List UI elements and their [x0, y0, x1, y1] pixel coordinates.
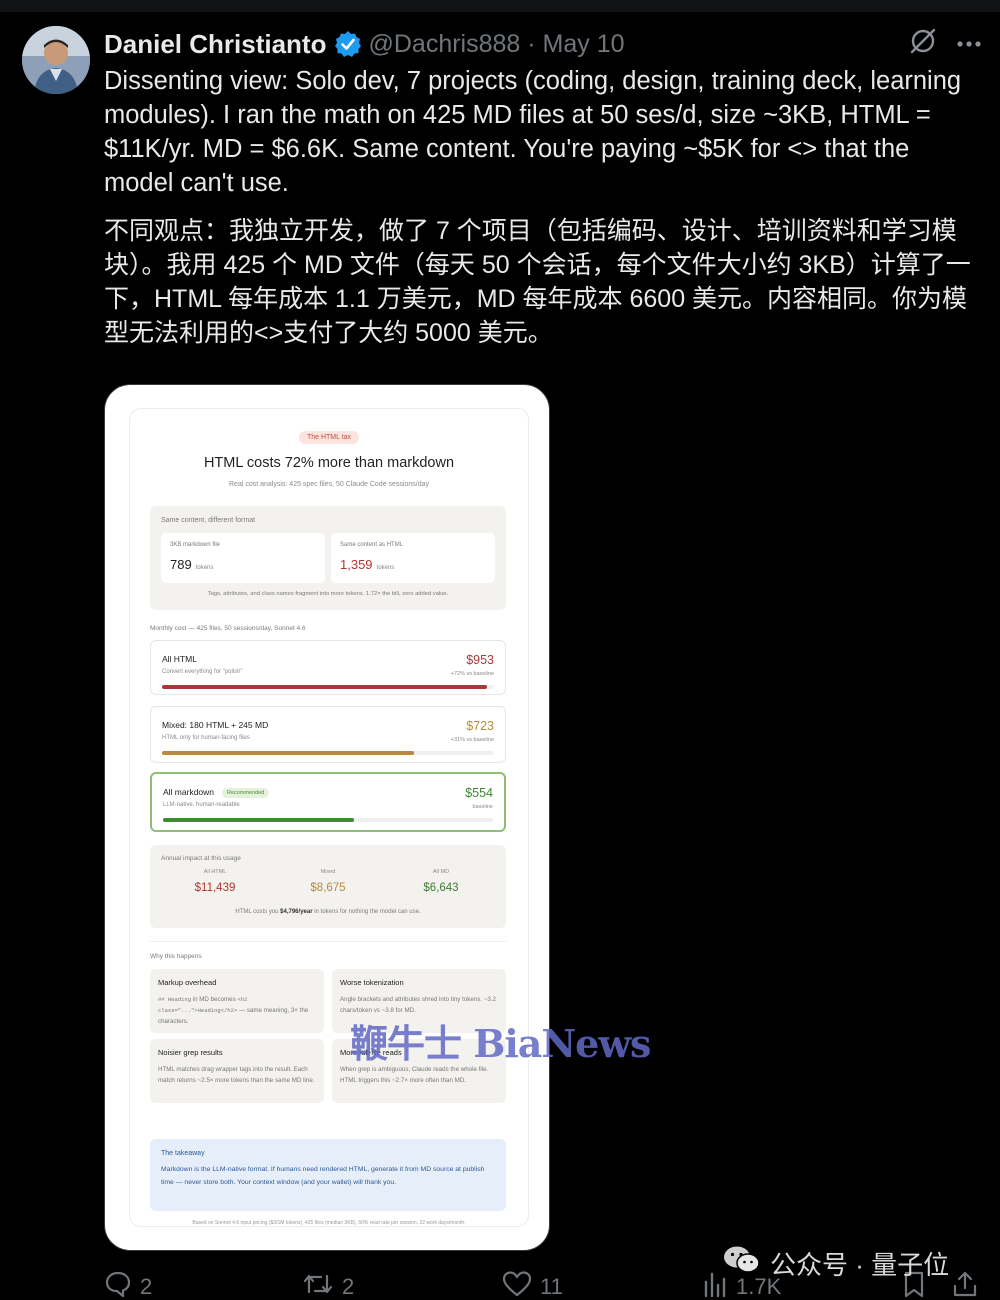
row-title: All markdown Recommended: [163, 787, 270, 798]
row-note: +31% vs baseline: [450, 737, 494, 743]
like-count: 11: [540, 1274, 563, 1299]
card-footnote: Based on Sonnet 4.6 input pricing ($3/1M…: [192, 1220, 466, 1226]
cost-bar-fill: [162, 751, 415, 755]
row-title: Mixed: 180 HTML + 245 MD: [162, 720, 269, 730]
repost-button[interactable]: 2: [302, 1270, 354, 1300]
reply-button[interactable]: 2: [104, 1270, 152, 1300]
wechat-account-text: 公众号 · 量子位: [770, 1250, 950, 1280]
html-token-count: 1,359 tokens: [340, 557, 395, 572]
avatar[interactable]: [22, 26, 90, 94]
handle-and-date[interactable]: @Dachris888 · May 10: [368, 30, 624, 59]
format-comparison-box: Same content, different format 3KB markd…: [150, 506, 506, 610]
recommended-badge: Recommended: [222, 787, 270, 798]
annual-note: HTML costs you $4,796/year in tokens for…: [235, 909, 421, 915]
divider: [150, 941, 506, 942]
monthly-cost-heading: Monthly cost — 425 files, 50 sessions/da…: [150, 625, 306, 632]
annual-label: All HTML: [203, 869, 227, 875]
annual-col-all-md: All MD $6,643: [386, 869, 496, 894]
grok-icon[interactable]: [908, 26, 938, 61]
header-actions: [908, 26, 982, 61]
cost-bar-fill: [162, 685, 488, 689]
tweet-text-english: Dissenting view: Solo dev, 7 projects (c…: [104, 67, 962, 197]
cost-analysis-card: The HTML tax HTML costs 72% more than ma…: [129, 408, 529, 1227]
reply-icon: [104, 1270, 132, 1300]
why-text: HTML matches drag wrapper tags into the …: [158, 1066, 315, 1084]
cost-bar-track: [163, 818, 493, 822]
cost-row-all-html: All HTML Convert everything for "polish"…: [150, 640, 506, 695]
why-title: Noisier grep results: [158, 1048, 223, 1057]
like-button[interactable]: 11: [502, 1270, 563, 1300]
verified-badge-icon: [334, 30, 362, 58]
markdown-file-label: 3KB markdown file: [170, 542, 221, 548]
row-note: baseline: [472, 804, 494, 810]
why-heading: Why this happens: [150, 953, 202, 960]
annual-heading: Annual impact at this usage: [161, 855, 241, 862]
comparison-note: Tags, attributes, and class names fragme…: [207, 591, 449, 597]
reply-count: 2: [140, 1274, 153, 1299]
comparison-heading: Same content, different format: [161, 517, 256, 524]
annual-col-all-html: All HTML $11,439: [160, 869, 270, 894]
row-note: +72% vs baseline: [450, 671, 494, 677]
tweet-text-chinese: 不同观点：我独立开发，做了 7 个项目（包括编码、设计、培训资料和学习模块）。我…: [104, 217, 971, 347]
row-price: $953: [466, 653, 494, 667]
takeaway-box: The takeaway Markdown is the LLM-native …: [150, 1139, 506, 1211]
card-tag: The HTML tax: [298, 431, 360, 444]
wechat-icon: [722, 1244, 762, 1283]
cost-bar-track: [162, 685, 494, 689]
row-subtitle: LLM-native, human-readable: [163, 802, 240, 808]
row-price: $723: [466, 719, 494, 733]
cost-bar-track: [162, 751, 494, 755]
row-subtitle: Convert everything for "polish": [162, 669, 243, 675]
takeaway-heading: The takeaway: [161, 1150, 205, 1157]
cost-bar-fill: [163, 818, 355, 822]
why-noisier-grep: Noisier grep results HTML matches drag w…: [150, 1039, 324, 1103]
annual-value: $8,675: [310, 882, 346, 894]
takeaway-text: Markdown is the LLM-native format. If hu…: [161, 1166, 485, 1186]
why-markup-overhead: Markup overhead ## Heading in MD becomes…: [150, 969, 324, 1033]
more-options-icon[interactable]: [956, 35, 982, 53]
repost-icon: [302, 1270, 334, 1300]
attached-image[interactable]: The HTML tax HTML costs 72% more than ma…: [104, 384, 550, 1251]
annual-label: Mixed: [320, 869, 336, 875]
html-token-box: Same content as HTML 1,359 tokens: [331, 533, 495, 583]
annual-value: $6,643: [423, 882, 459, 894]
share-icon: [952, 1270, 978, 1300]
why-text: ## Heading in MD becomes <h2 class="..."…: [158, 996, 309, 1025]
why-title: Markup overhead: [158, 978, 217, 987]
html-file-label: Same content as HTML: [340, 542, 404, 548]
tweet-header: Daniel Christianto @Dachris888 · May 10: [104, 28, 625, 60]
row-title: All HTML: [162, 654, 197, 664]
share-button[interactable]: [952, 1270, 978, 1300]
annual-impact-box: Annual impact at this usage All HTML $11…: [150, 845, 506, 928]
repost-count: 2: [342, 1274, 355, 1299]
why-title: Worse tokenization: [340, 978, 404, 987]
annual-value: $11,439: [194, 882, 236, 894]
wechat-watermark: 公众号 · 量子位: [722, 1244, 949, 1283]
markdown-token-count: 789 tokens: [170, 557, 214, 572]
markdown-token-box: 3KB markdown file 789 tokens: [161, 533, 325, 583]
cost-row-mixed: Mixed: 180 HTML + 245 MD HTML only for h…: [150, 706, 506, 763]
annual-label: All MD: [432, 869, 450, 875]
bianews-watermark: 鞭牛士 BiaNews: [350, 1021, 651, 1066]
author-name[interactable]: Daniel Christianto: [104, 29, 326, 60]
top-divider: [0, 0, 1000, 12]
card-subtitle: Real cost analysis: 425 spec files, 50 C…: [229, 481, 429, 488]
row-subtitle: HTML only for human-facing files: [162, 735, 250, 741]
cost-row-all-markdown: All markdown Recommended LLM-native, huma…: [150, 772, 506, 832]
annual-col-mixed: Mixed $8,675: [273, 869, 383, 894]
row-price: $554: [465, 786, 493, 800]
card-title: HTML costs 72% more than markdown: [203, 455, 455, 471]
heart-icon: [502, 1270, 532, 1300]
